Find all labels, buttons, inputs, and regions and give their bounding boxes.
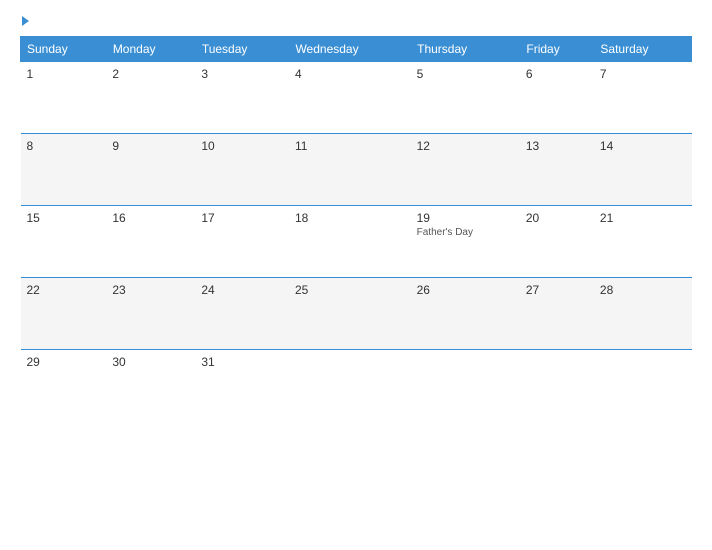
calendar-week-row: 29 30 31	[21, 350, 692, 422]
calendar-day-cell: 16	[106, 206, 195, 278]
calendar-day-cell: 24	[195, 278, 289, 350]
calendar-day-cell	[289, 350, 411, 422]
calendar-day-cell: 27	[520, 278, 594, 350]
calendar-day-cell	[520, 350, 594, 422]
calendar-day-cell: 18	[289, 206, 411, 278]
calendar-day-cell: 19 Father's Day	[411, 206, 520, 278]
days-of-week-row: SundayMondayTuesdayWednesdayThursdayFrid…	[21, 37, 692, 62]
calendar-day-cell: 20	[520, 206, 594, 278]
day-number: 18	[295, 211, 405, 225]
day-number: 12	[417, 139, 514, 153]
day-number: 6	[526, 67, 588, 81]
day-number: 14	[600, 139, 686, 153]
calendar-header	[20, 16, 692, 26]
day-number: 16	[112, 211, 189, 225]
day-number: 2	[112, 67, 189, 81]
day-number: 22	[27, 283, 101, 297]
calendar-day-cell: 13	[520, 134, 594, 206]
day-number: 9	[112, 139, 189, 153]
calendar-day-cell: 7	[594, 62, 692, 134]
day-number: 19	[417, 211, 514, 225]
calendar-header-row: SundayMondayTuesdayWednesdayThursdayFrid…	[21, 37, 692, 62]
day-number: 23	[112, 283, 189, 297]
calendar-day-cell: 1	[21, 62, 107, 134]
day-number: 28	[600, 283, 686, 297]
day-of-week-header: Thursday	[411, 37, 520, 62]
event-label: Father's Day	[417, 227, 514, 238]
calendar-day-cell	[411, 350, 520, 422]
calendar-week-row: 15 16 17 18 19 Father's Day 20 21	[21, 206, 692, 278]
calendar-day-cell: 26	[411, 278, 520, 350]
day-number: 17	[201, 211, 283, 225]
day-of-week-header: Friday	[520, 37, 594, 62]
day-number: 13	[526, 139, 588, 153]
day-number: 3	[201, 67, 283, 81]
day-number: 30	[112, 355, 189, 369]
calendar-day-cell: 5	[411, 62, 520, 134]
calendar-day-cell: 8	[21, 134, 107, 206]
day-of-week-header: Wednesday	[289, 37, 411, 62]
calendar-day-cell: 4	[289, 62, 411, 134]
calendar-day-cell: 25	[289, 278, 411, 350]
day-number: 4	[295, 67, 405, 81]
calendar-day-cell: 28	[594, 278, 692, 350]
day-number: 25	[295, 283, 405, 297]
calendar-day-cell: 30	[106, 350, 195, 422]
day-number: 15	[27, 211, 101, 225]
day-number: 1	[27, 67, 101, 81]
calendar-day-cell: 23	[106, 278, 195, 350]
day-number: 27	[526, 283, 588, 297]
day-number: 21	[600, 211, 686, 225]
calendar-day-cell: 29	[21, 350, 107, 422]
day-of-week-header: Tuesday	[195, 37, 289, 62]
calendar-day-cell: 21	[594, 206, 692, 278]
logo	[20, 16, 29, 26]
logo-blue-text	[20, 16, 29, 26]
day-number: 31	[201, 355, 283, 369]
day-number: 24	[201, 283, 283, 297]
day-number: 7	[600, 67, 686, 81]
calendar-day-cell: 14	[594, 134, 692, 206]
day-of-week-header: Saturday	[594, 37, 692, 62]
calendar-day-cell: 10	[195, 134, 289, 206]
day-number: 26	[417, 283, 514, 297]
day-number: 20	[526, 211, 588, 225]
calendar-day-cell: 15	[21, 206, 107, 278]
calendar-week-row: 22 23 24 25 26 27 28	[21, 278, 692, 350]
calendar-day-cell: 6	[520, 62, 594, 134]
calendar-day-cell: 31	[195, 350, 289, 422]
calendar-day-cell: 2	[106, 62, 195, 134]
calendar-day-cell: 9	[106, 134, 195, 206]
day-number: 11	[295, 139, 405, 153]
calendar-day-cell: 11	[289, 134, 411, 206]
calendar-week-row: 89 10 11 12 13 14	[21, 134, 692, 206]
day-of-week-header: Sunday	[21, 37, 107, 62]
day-of-week-header: Monday	[106, 37, 195, 62]
calendar-day-cell	[594, 350, 692, 422]
calendar-day-cell: 3	[195, 62, 289, 134]
calendar-day-cell: 22	[21, 278, 107, 350]
calendar-day-cell: 17	[195, 206, 289, 278]
calendar-day-cell: 12	[411, 134, 520, 206]
day-number: 29	[27, 355, 101, 369]
day-number: 8	[27, 139, 101, 153]
logo-triangle-icon	[22, 16, 29, 26]
day-number: 5	[417, 67, 514, 81]
day-number: 10	[201, 139, 283, 153]
calendar-table: SundayMondayTuesdayWednesdayThursdayFrid…	[20, 36, 692, 422]
calendar-body: 12345678910111213141516171819Father's Da…	[21, 62, 692, 422]
calendar-week-row: 1234567	[21, 62, 692, 134]
